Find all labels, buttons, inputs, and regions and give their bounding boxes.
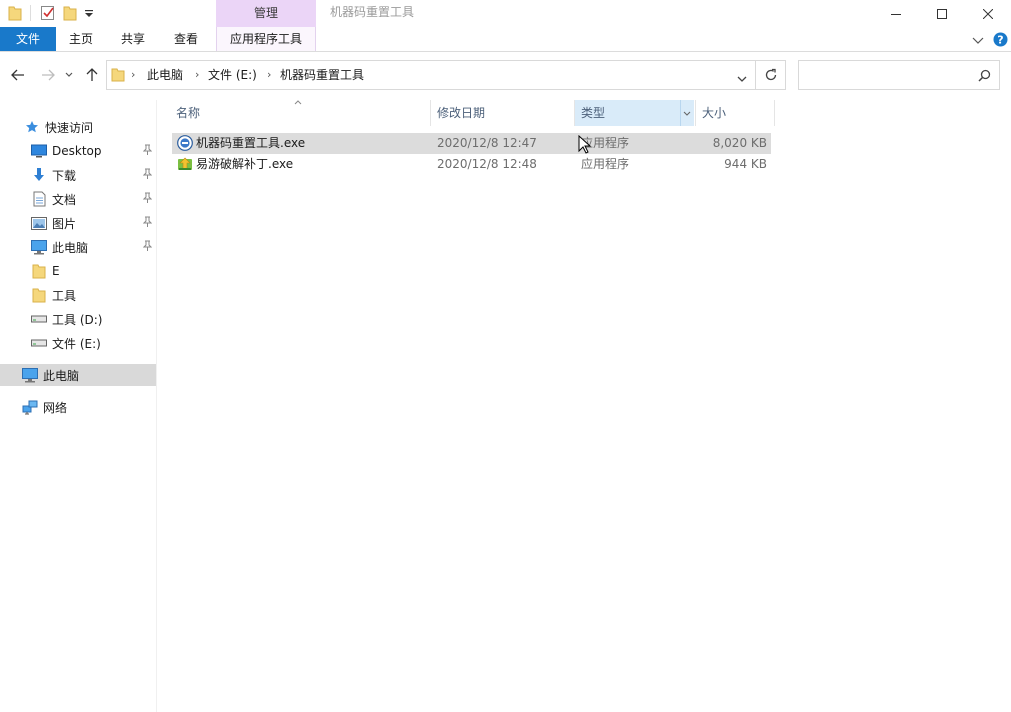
pin-icon[interactable] [142, 144, 153, 158]
breadcrumb-current-folder[interactable]: 机器码重置工具 [280, 61, 364, 89]
search-icon[interactable] [978, 69, 991, 85]
computer-icon [22, 367, 38, 383]
file-type: 应用程序 [581, 157, 630, 171]
star-icon [24, 119, 40, 135]
tab-share[interactable]: 共享 [108, 27, 158, 51]
nav-item-pictures[interactable]: 图片 [0, 212, 156, 234]
search-box[interactable] [798, 60, 1000, 90]
column-header-name[interactable]: 名称 [170, 100, 431, 126]
refresh-button[interactable] [756, 60, 786, 90]
desktop-icon [31, 143, 47, 159]
file-date: 2020/12/8 12:48 [437, 157, 537, 171]
recent-locations-button[interactable] [62, 65, 76, 85]
download-icon [31, 167, 47, 183]
file-name[interactable]: 机器码重置工具.exe [196, 133, 305, 154]
document-icon [31, 191, 47, 207]
file-date: 2020/12/8 12:47 [437, 136, 537, 150]
expand-ribbon-icon[interactable] [972, 34, 984, 48]
mouse-cursor-icon [578, 134, 592, 155]
pin-icon[interactable] [142, 216, 153, 230]
breadcrumb-this-pc[interactable]: 此电脑 [147, 61, 183, 89]
nav-item-drive-e[interactable]: 文件 (E:) [0, 332, 156, 354]
address-bar[interactable]: › 此电脑 › 文件 (E:) › 机器码重置工具 [106, 60, 756, 90]
search-input[interactable] [805, 66, 965, 84]
tab-file[interactable]: 文件 [0, 27, 56, 51]
breadcrumb-drive-e[interactable]: 文件 (E:) [208, 61, 257, 89]
address-history-dropdown[interactable] [737, 72, 747, 86]
divider [30, 5, 31, 21]
nav-label: E [52, 264, 60, 278]
drive-icon [31, 335, 47, 351]
network-icon [22, 399, 38, 415]
column-header-size[interactable]: 大小 [695, 100, 775, 126]
drive-icon [31, 311, 47, 327]
svg-text:?: ? [997, 34, 1003, 47]
folder-icon [31, 263, 47, 279]
folder-icon [31, 287, 47, 303]
file-size: 944 KB [724, 157, 767, 171]
column-header-type[interactable]: 类型 [575, 100, 680, 126]
customize-toolbar-icon[interactable] [84, 4, 94, 23]
up-button[interactable] [82, 65, 102, 85]
nav-label: 此电脑 [52, 240, 89, 255]
pin-icon[interactable] [142, 240, 153, 254]
chevron-down-icon [683, 111, 691, 116]
nav-item-downloads[interactable]: 下载 [0, 164, 156, 186]
column-header-date[interactable]: 修改日期 [431, 100, 575, 126]
nav-label: 网络 [43, 400, 68, 415]
file-row[interactable]: 机器码重置工具.exe 2020/12/8 12:47 应用程序 8,020 K… [172, 133, 771, 154]
nav-item-this-pc-pinned[interactable]: 此电脑 [0, 236, 156, 258]
computer-icon [31, 239, 47, 255]
nav-item-drive-d[interactable]: 工具 (D:) [0, 308, 156, 330]
properties-icon[interactable] [40, 5, 56, 24]
file-row[interactable]: 易游破解补丁.exe 2020/12/8 12:48 应用程序 944 KB [172, 154, 771, 175]
forward-button[interactable] [38, 65, 58, 85]
nav-quick-access[interactable]: 快速访问 [0, 116, 156, 138]
breadcrumb-separator[interactable]: › [267, 61, 271, 89]
nav-label: 下载 [52, 168, 77, 183]
folder-icon[interactable] [8, 5, 22, 24]
nav-label: 文件 (E:) [52, 336, 101, 351]
nav-item-this-pc[interactable]: 此电脑 [0, 364, 156, 386]
maximize-button[interactable] [919, 0, 965, 27]
file-name[interactable]: 易游破解补丁.exe [196, 154, 293, 175]
nav-item-desktop[interactable]: Desktop [0, 140, 156, 162]
app-exe-icon [177, 135, 193, 151]
help-icon[interactable]: ? [993, 32, 1008, 50]
minimize-button[interactable] [873, 0, 919, 27]
nav-item-documents[interactable]: 文档 [0, 188, 156, 210]
new-folder-icon[interactable] [63, 5, 77, 24]
pin-icon[interactable] [142, 192, 153, 206]
nav-item-folder-tools[interactable]: 工具 [0, 284, 156, 306]
patch-exe-icon [177, 156, 193, 172]
ribbon-tabs: 文件 主页 共享 查看 应用程序工具 ? [0, 27, 1011, 52]
back-button[interactable] [8, 65, 28, 85]
pictures-icon [31, 215, 47, 231]
nav-label: 图片 [52, 216, 77, 231]
tab-view[interactable]: 查看 [161, 27, 211, 51]
pin-icon[interactable] [142, 168, 153, 182]
nav-label: 此电脑 [43, 368, 80, 383]
folder-icon [111, 67, 125, 86]
column-filter-dropdown[interactable] [680, 100, 694, 126]
breadcrumb-separator[interactable]: › [195, 61, 199, 89]
navigation-pane: 快速访问 Desktop 下载 文档 图片 此电脑 E 工具 工具 (D:) 文… [0, 100, 157, 712]
nav-item-network[interactable]: 网络 [0, 396, 156, 418]
navigation-bar: › 此电脑 › 文件 (E:) › 机器码重置工具 [0, 53, 1011, 99]
manage-context-tab[interactable]: 管理 [216, 0, 316, 27]
window-title: 机器码重置工具 [330, 5, 415, 19]
tab-application-tools[interactable]: 应用程序工具 [216, 27, 316, 51]
tab-home[interactable]: 主页 [56, 27, 106, 51]
breadcrumb-separator: › [131, 68, 136, 81]
close-button[interactable] [965, 0, 1011, 27]
nav-label: 快速访问 [45, 120, 94, 135]
nav-item-folder-e[interactable]: E [0, 260, 156, 282]
nav-label: 工具 [52, 288, 77, 303]
nav-label: 工具 (D:) [52, 312, 103, 327]
nav-label: 文档 [52, 192, 77, 207]
nav-label: Desktop [52, 144, 102, 158]
file-size: 8,020 KB [712, 136, 767, 150]
title-bar: 管理 机器码重置工具 [0, 0, 1011, 27]
